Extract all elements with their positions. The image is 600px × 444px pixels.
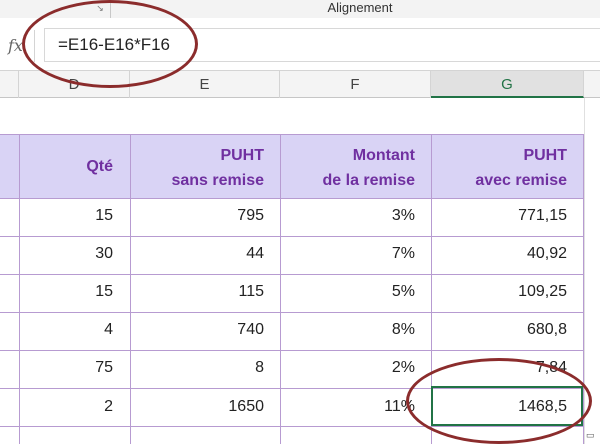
header-montant-line1: Montant xyxy=(352,147,415,164)
cell-qte[interactable]: 2 xyxy=(104,398,113,416)
cell-remise[interactable]: 2% xyxy=(392,359,415,377)
cell-avec-remise[interactable]: 771,15 xyxy=(518,207,567,225)
cell-remise[interactable]: 8% xyxy=(392,321,415,339)
grid-line xyxy=(0,198,584,199)
column-header-f[interactable]: F xyxy=(280,71,431,98)
grid-line xyxy=(0,236,584,237)
header-qte: Qté xyxy=(86,158,113,175)
cell-qte[interactable]: 15 xyxy=(95,283,113,301)
grid-line xyxy=(19,134,20,444)
column-header-next[interactable] xyxy=(584,71,600,98)
cell-puht[interactable]: 740 xyxy=(237,321,264,339)
cell-puht[interactable]: 8 xyxy=(255,359,264,377)
ribbon-group-label: Alignement xyxy=(327,0,393,15)
cell-qte[interactable]: 15 xyxy=(95,207,113,225)
cell-remise[interactable]: 5% xyxy=(392,283,415,301)
header-avec-line1: PUHT xyxy=(523,147,567,164)
column-header-partial[interactable] xyxy=(0,71,19,98)
cell-remise[interactable]: 7% xyxy=(392,245,415,263)
cell-qte[interactable]: 75 xyxy=(95,359,113,377)
annotation-ellipse-result xyxy=(406,358,592,444)
grid-line xyxy=(0,134,584,135)
cell-qte[interactable]: 30 xyxy=(95,245,113,263)
cell-puht[interactable]: 1650 xyxy=(228,398,264,416)
header-puht-line2: sans remise xyxy=(171,172,264,189)
annotation-ellipse-formula xyxy=(22,0,198,88)
grid-line xyxy=(0,350,584,351)
cell-avec-remise[interactable]: 109,25 xyxy=(518,283,567,301)
cell-puht[interactable]: 44 xyxy=(246,245,264,263)
autofill-options-icon[interactable]: ▭ xyxy=(586,430,598,440)
header-puht-line1: PUHT xyxy=(220,147,264,164)
grid-line xyxy=(280,134,281,444)
grid-line xyxy=(0,312,584,313)
cell-puht[interactable]: 795 xyxy=(237,207,264,225)
cell-puht[interactable]: 115 xyxy=(238,283,264,301)
cell-avec-remise[interactable]: 680,8 xyxy=(527,321,567,339)
cell-avec-remise[interactable]: 40,92 xyxy=(527,245,567,263)
insert-function-icon[interactable]: fx xyxy=(8,36,23,55)
column-header-g[interactable]: G xyxy=(431,71,584,98)
cell-qte[interactable]: 4 xyxy=(104,321,113,339)
grid-line xyxy=(130,134,131,444)
cell-remise[interactable]: 3% xyxy=(392,207,415,225)
grid-line xyxy=(0,274,584,275)
header-montant-line2: de la remise xyxy=(322,172,416,189)
header-avec-line2: avec remise xyxy=(475,172,567,189)
